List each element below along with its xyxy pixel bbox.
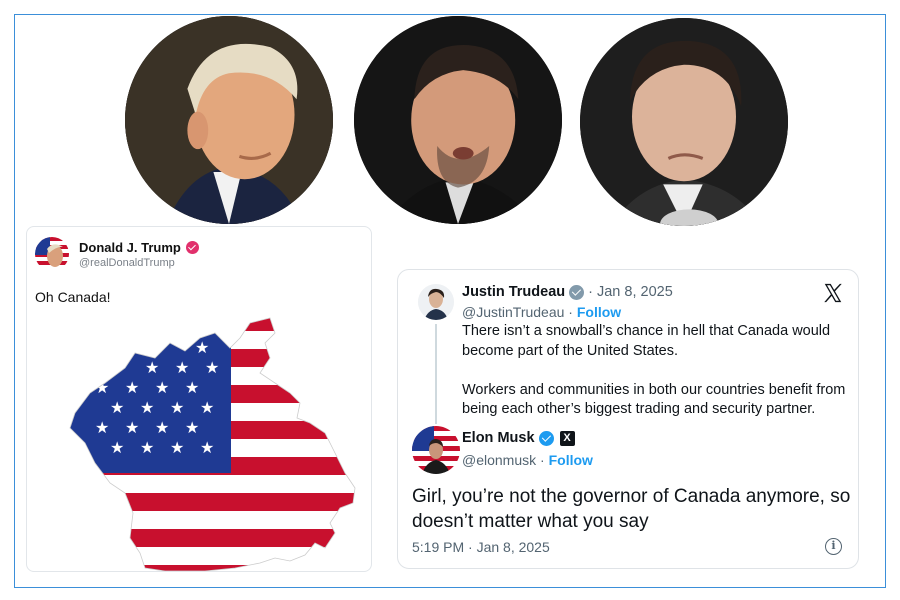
affiliate-x-icon: X [559,430,575,446]
trudeau-paragraph-2: Workers and communities in both our coun… [462,381,846,418]
svg-text:★: ★ [155,378,169,397]
svg-text:★: ★ [145,358,159,377]
trump-name-text: Donald J. Trump [79,239,181,255]
x-logo-icon[interactable] [822,282,844,304]
trump-portrait [125,16,333,224]
svg-text:★: ★ [95,418,109,437]
verified-badge-icon [185,240,199,254]
svg-text:★: ★ [185,378,199,397]
svg-text:★: ★ [140,438,154,457]
trump-post-card: Donald J. Trump @realDonaldTrump Oh Cana… [26,226,372,572]
svg-text:★: ★ [185,418,199,437]
musk-reply-text: Girl, you’re not the governor of Canada … [412,486,851,532]
musk-subline: @elonmusk · Follow [462,452,593,468]
trump-handle[interactable]: @realDonaldTrump [79,257,199,269]
svg-text:★: ★ [125,378,139,397]
trudeau-subline: @JustinTrudeau · Follow [462,304,621,320]
thread-connector [435,324,437,424]
trudeau-portrait [580,18,788,226]
svg-text:★: ★ [175,358,189,377]
canada-flag-map-image: ★ ★ ★ ★ ★ ★ ★ ★ ★ ★ ★ ★ ★ ★ ★ ★ ★ ★ ★★ [69,317,356,571]
trump-post-text: Oh Canada! [35,289,111,305]
trump-display-name[interactable]: Donald J. Trump [79,240,199,255]
trudeau-paragraph-1: There isn’t a snowball’s chance in hell … [462,323,831,359]
svg-text:★: ★ [200,398,214,417]
trump-post-header: Donald J. Trump @realDonaldTrump [35,237,199,271]
svg-text:★: ★ [95,378,109,397]
trudeau-date[interactable]: · Jan 8, 2025 [588,284,673,300]
musk-portrait [354,16,562,224]
svg-text:★: ★ [140,398,154,417]
svg-text:★: ★ [205,358,219,377]
info-icon[interactable]: i [825,538,842,555]
verified-badge-icon [569,284,585,300]
svg-text:★: ★ [125,418,139,437]
svg-text:★: ★ [200,438,214,457]
tweet-card: Justin Trudeau · Jan 8, 2025 @JustinTrud… [397,269,859,569]
svg-text:★: ★ [170,438,184,457]
svg-text:★: ★ [110,398,124,417]
trudeau-tweet-text: There isn’t a snowball’s chance in hell … [462,322,854,420]
musk-handle[interactable]: @elonmusk [462,452,536,468]
trump-avatar[interactable] [35,237,69,271]
musk-name[interactable]: Elon Musk [462,430,535,446]
trudeau-name[interactable]: Justin Trudeau [462,284,565,300]
trudeau-handle[interactable]: @JustinTrudeau [462,304,564,320]
svg-text:★: ★ [110,438,124,457]
musk-header: Elon Musk X [462,430,575,446]
svg-text:★: ★ [155,418,169,437]
trudeau-header: Justin Trudeau · Jan 8, 2025 [462,284,673,300]
musk-follow-button[interactable]: Follow [549,452,593,468]
musk-timestamp[interactable]: 5:19 PM · Jan 8, 2025 [412,539,550,555]
verified-badge-icon [538,430,554,446]
musk-separator: · [536,452,549,468]
trudeau-separator: · [564,304,577,320]
trudeau-avatar[interactable] [418,284,454,320]
trudeau-follow-button[interactable]: Follow [577,304,621,320]
musk-avatar[interactable] [412,426,460,474]
svg-text:★: ★ [170,398,184,417]
